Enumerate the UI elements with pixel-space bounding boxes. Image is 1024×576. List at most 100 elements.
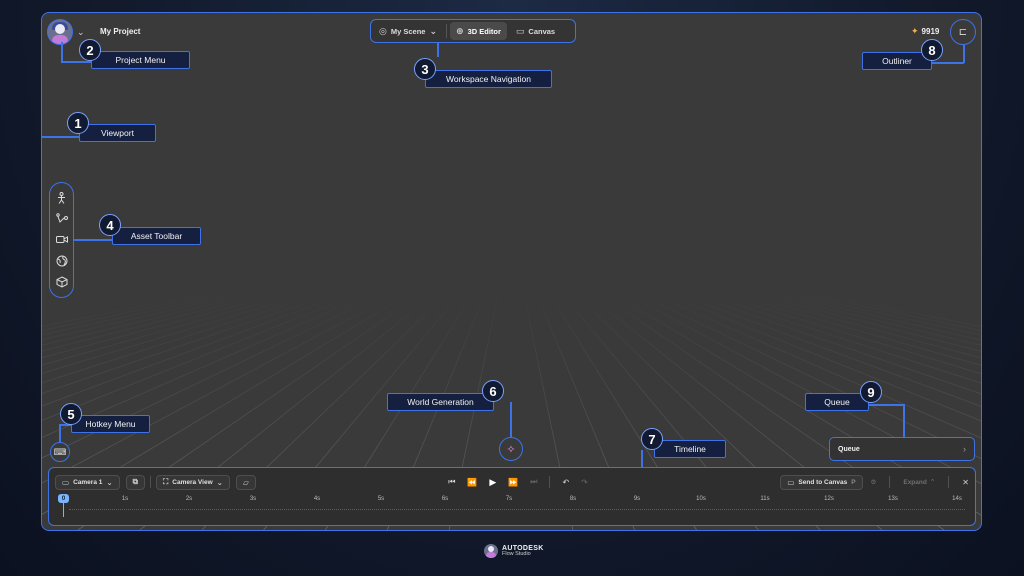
timeline-tick-label: 4s bbox=[313, 496, 321, 502]
tab-label: Canvas bbox=[528, 26, 556, 36]
timeline-ruler[interactable]: 0 1s 2s 3s 4s 5s 6s 7s 8s 9s 10s 11s 12s 13s 14s bbox=[55, 493, 969, 521]
outliner-button[interactable]: ⊏ bbox=[950, 19, 976, 45]
comment-button[interactable]: ▱ bbox=[235, 474, 256, 490]
tab-3d-editor[interactable]: ⊕ 3D Editor bbox=[450, 22, 507, 40]
timeline-tick-label: 8s bbox=[569, 496, 577, 502]
callout-number: 6 bbox=[482, 380, 504, 402]
credits-value: 9919 bbox=[921, 27, 940, 36]
rig-icon[interactable] bbox=[55, 212, 69, 226]
timeline-tick-label: 3s bbox=[249, 496, 257, 502]
divider bbox=[889, 476, 891, 488]
credits-counter[interactable]: ✦ 9919 bbox=[911, 26, 939, 37]
callout-project-menu: Project Menu bbox=[91, 51, 190, 69]
project-menu-avatar[interactable] bbox=[47, 19, 73, 45]
camera-select[interactable]: ▭ Camera 1 ⌄ bbox=[55, 474, 120, 490]
character-icon[interactable] bbox=[55, 191, 69, 205]
skip-end-icon[interactable]: ⏭ bbox=[530, 477, 537, 487]
chevron-right-icon[interactable]: › bbox=[963, 444, 966, 454]
divider bbox=[446, 24, 448, 38]
timeline: ▭ Camera 1 ⌄ ⧉ ⛶ Camera View ⌄ ▱ ⏮ ⏪ ▶ ⏩… bbox=[48, 467, 976, 526]
timeline-toolbar: ▭ Camera 1 ⌄ ⧉ ⛶ Camera View ⌄ ▱ ⏮ ⏪ ▶ ⏩… bbox=[55, 474, 969, 490]
callout-number: 8 bbox=[921, 39, 943, 61]
target-icon: ⊕ bbox=[456, 25, 464, 36]
callout-number: 3 bbox=[414, 58, 436, 80]
send-to-canvas-label: Send to Canvas bbox=[798, 478, 848, 486]
timeline-tick-label: 5s bbox=[377, 496, 385, 502]
brand-product: Flow Studio bbox=[502, 550, 531, 557]
divider bbox=[549, 476, 551, 488]
timeline-tick-label: 14s bbox=[952, 496, 962, 502]
send-to-canvas-button[interactable]: ▭ Send to Canvas P bbox=[780, 474, 863, 490]
callout-number: 9 bbox=[860, 381, 882, 403]
timeline-tick-label: 2s bbox=[185, 496, 193, 502]
callout-number: 5 bbox=[60, 403, 82, 425]
world-generation-button[interactable]: ✧ bbox=[499, 437, 523, 461]
camera-label: Camera 1 bbox=[73, 478, 103, 486]
tab-label: My Scene bbox=[390, 26, 426, 36]
step-back-icon[interactable]: ⏪ bbox=[467, 478, 477, 487]
tab-my-scene[interactable]: ◎ My Scene ⌄ bbox=[373, 22, 443, 40]
timeline-tick-label: 7s bbox=[505, 496, 513, 502]
chevron-up-icon: ⌃ bbox=[929, 479, 936, 486]
camera-icon: ▭ bbox=[62, 477, 70, 487]
close-icon[interactable]: ✕ bbox=[962, 478, 969, 487]
camera-icon[interactable] bbox=[55, 233, 69, 247]
camera-view-select[interactable]: ⛶ Camera View ⌄ bbox=[156, 474, 230, 490]
timeline-tick-label: 6s bbox=[441, 496, 449, 502]
callout-number: 4 bbox=[99, 214, 121, 236]
prop-cube-icon[interactable] bbox=[55, 275, 69, 289]
sparkle-icon: ✧ bbox=[506, 443, 516, 456]
send-icon: ▭ bbox=[787, 477, 795, 487]
callout-timeline: Timeline bbox=[654, 440, 726, 458]
tab-canvas[interactable]: ▭ Canvas bbox=[510, 22, 561, 40]
skip-start-icon[interactable]: ⏮ bbox=[448, 477, 455, 487]
project-name[interactable]: My Project bbox=[100, 27, 140, 36]
settings-icon[interactable]: ⚙ bbox=[871, 478, 877, 486]
add-camera-button[interactable]: ⧉ bbox=[125, 474, 146, 490]
expand-button[interactable]: Expand ⌃ bbox=[903, 478, 936, 487]
ruler-dots bbox=[69, 509, 965, 510]
callout-number: 1 bbox=[67, 112, 89, 134]
timeline-tick-label: 12s bbox=[824, 496, 834, 502]
callout-number: 2 bbox=[79, 39, 101, 61]
workspace-navigation: ◎ My Scene ⌄ ⊕ 3D Editor ▭ Canvas bbox=[370, 19, 576, 43]
callout-queue: Queue bbox=[805, 393, 869, 411]
hotkey-hint: P bbox=[851, 478, 856, 486]
chevron-down-icon[interactable]: ⌄ bbox=[77, 27, 85, 38]
hierarchy-icon: ⊏ bbox=[958, 26, 968, 38]
environment-icon[interactable] bbox=[55, 254, 69, 268]
divider bbox=[948, 476, 950, 488]
chevron-down-icon: ⌄ bbox=[429, 25, 438, 36]
camera-add-icon: ⧉ bbox=[132, 477, 139, 486]
flow-studio-logo-icon bbox=[484, 544, 498, 558]
brand-logo: AUTODESK Flow Studio bbox=[484, 544, 544, 558]
globe-icon: ◎ bbox=[379, 25, 387, 36]
timeline-tick-label: 11s bbox=[760, 496, 770, 502]
callout-hotkey-menu: Hotkey Menu bbox=[71, 415, 150, 433]
undo-icon[interactable]: ↶ bbox=[562, 478, 569, 487]
expand-label: Expand bbox=[903, 478, 927, 486]
callout-asset-toolbar: Asset Toolbar bbox=[112, 227, 201, 245]
frame-icon: ⛶ bbox=[163, 477, 169, 486]
playhead-line bbox=[63, 503, 64, 517]
timeline-tick-label: 10s bbox=[696, 496, 706, 502]
credit-star-icon: ✦ bbox=[911, 26, 919, 36]
playback-controls: ⏮ ⏪ ▶ ⏩ ⏭ ↶ ↷ bbox=[448, 476, 588, 488]
timeline-tick-label: 9s bbox=[633, 496, 641, 502]
callout-number: 7 bbox=[641, 428, 663, 450]
queue-panel[interactable]: Queue › bbox=[829, 437, 975, 461]
chevron-down-icon: ⌄ bbox=[216, 477, 223, 487]
asset-toolbar bbox=[49, 182, 74, 298]
hotkey-menu-button[interactable]: ⌨ bbox=[50, 442, 70, 462]
chevron-down-icon: ⌄ bbox=[106, 477, 113, 487]
keyboard-icon: ⌨ bbox=[53, 446, 67, 457]
queue-label: Queue bbox=[838, 445, 860, 453]
play-icon[interactable]: ▶ bbox=[489, 477, 496, 488]
camera-view-label: Camera View bbox=[172, 478, 213, 486]
comment-icon: ▱ bbox=[242, 477, 249, 487]
step-forward-icon[interactable]: ⏩ bbox=[508, 478, 518, 487]
tab-label: 3D Editor bbox=[467, 26, 501, 36]
redo-icon[interactable]: ↷ bbox=[581, 478, 588, 487]
playhead[interactable]: 0 bbox=[58, 494, 69, 503]
callout-viewport: Viewport bbox=[79, 124, 156, 142]
